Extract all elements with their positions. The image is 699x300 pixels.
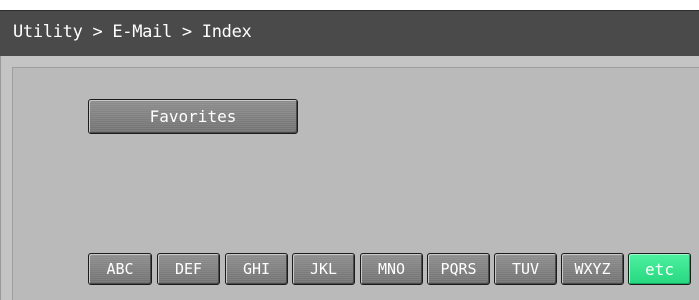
tab-tuv[interactable]: TUV: [494, 253, 557, 285]
tab-mno[interactable]: MNO: [360, 253, 423, 285]
breadcrumb: Utility > E-Mail > Index: [13, 22, 252, 42]
title-bar: Utility > E-Mail > Index: [0, 10, 699, 57]
tab-abc[interactable]: ABC: [88, 253, 152, 285]
favorites-button[interactable]: Favorites: [88, 99, 298, 134]
tab-jkl[interactable]: JKL: [292, 253, 355, 285]
email-index-screen: Utility > E-Mail > Index Favorites ABC D…: [0, 0, 699, 300]
tab-etc[interactable]: etc: [628, 253, 691, 285]
tab-def[interactable]: DEF: [157, 253, 220, 285]
tab-ghi[interactable]: GHI: [225, 253, 288, 285]
tab-pqrs[interactable]: PQRS: [427, 253, 490, 285]
tab-wxyz[interactable]: WXYZ: [561, 253, 624, 285]
